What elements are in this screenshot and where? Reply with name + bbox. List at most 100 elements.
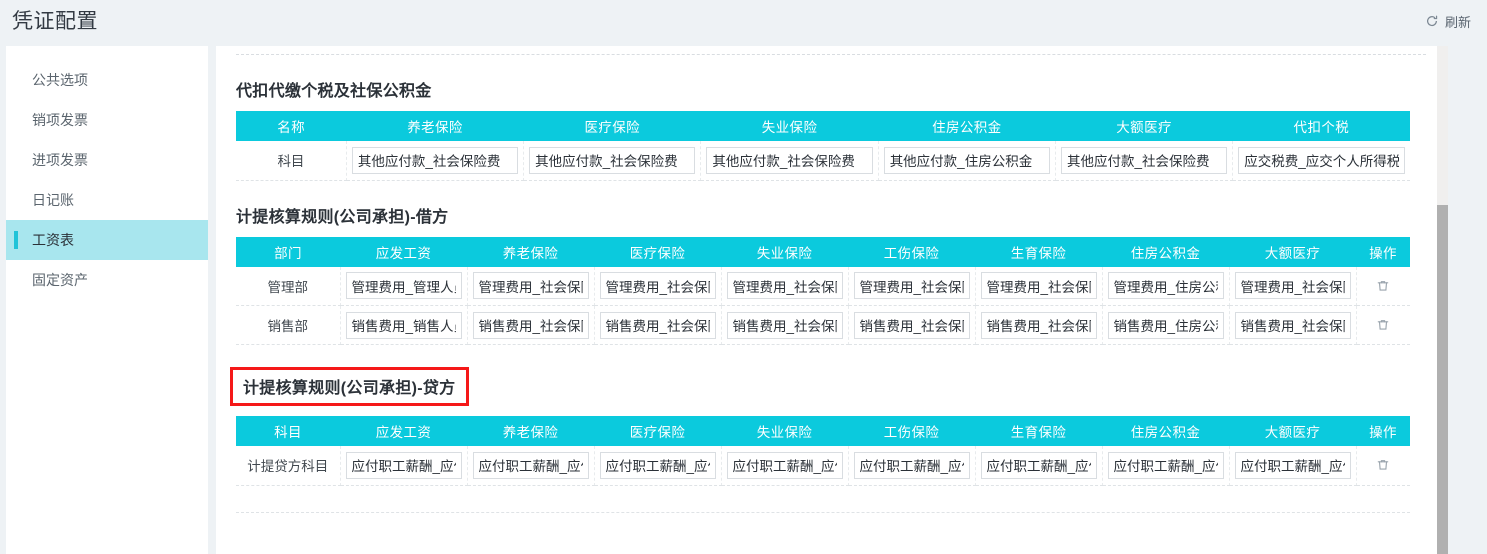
account-input-0-2[interactable] bbox=[706, 146, 873, 174]
cell bbox=[467, 266, 595, 306]
column-header-4: 失业保险 bbox=[721, 416, 848, 446]
account-input-0-1[interactable] bbox=[472, 272, 589, 300]
sidebar-item-2[interactable]: 进项发票 bbox=[6, 140, 208, 180]
account-input-0-3[interactable] bbox=[726, 272, 843, 300]
column-header-2: 养老保险 bbox=[467, 236, 594, 267]
table-row: 计提贷方科目 bbox=[236, 446, 1410, 486]
account-input-0-0[interactable] bbox=[345, 451, 462, 479]
column-header-5: 工伤保险 bbox=[848, 236, 975, 267]
cell bbox=[346, 141, 525, 181]
sidebar-item-3[interactable]: 日记账 bbox=[6, 180, 208, 220]
cell bbox=[340, 446, 468, 486]
account-input-1-1[interactable] bbox=[472, 311, 589, 339]
cell bbox=[594, 305, 722, 345]
account-input-0-3[interactable] bbox=[883, 146, 1050, 174]
column-header-action: 操作 bbox=[1356, 236, 1410, 267]
column-header-2: 养老保险 bbox=[467, 416, 594, 446]
top-bar: 凭证配置 刷新 bbox=[0, 0, 1487, 42]
column-header-5: 大额医疗 bbox=[1055, 111, 1233, 141]
section-divider-bottom bbox=[236, 511, 1410, 513]
sidebar-item-1[interactable]: 销项发票 bbox=[6, 100, 208, 140]
account-input-1-3[interactable] bbox=[726, 311, 843, 339]
account-input-1-5[interactable] bbox=[980, 311, 1097, 339]
cell bbox=[467, 305, 595, 345]
account-input-0-7[interactable] bbox=[1234, 272, 1351, 300]
account-input-0-5[interactable] bbox=[980, 451, 1097, 479]
account-input-0-1[interactable] bbox=[529, 146, 696, 174]
cell bbox=[594, 266, 722, 306]
table-header-row: 部门 应发工资 养老保险 医疗保险 失业保险 工伤保险 生育保险 住房公积金 大额医疗 操作 bbox=[236, 236, 1410, 267]
cell bbox=[523, 141, 702, 181]
account-input-0-0[interactable] bbox=[345, 272, 462, 300]
table-header-row: 科目 应发工资 养老保险 医疗保险 失业保险 工伤保险 生育保险 住房公积金 大额医疗 操作 bbox=[236, 416, 1410, 446]
section-0: 代扣代缴个税及社保公积金名称 养老保险 医疗保险 失业保险 住房公积金 大额医疗 代扣个税科… bbox=[222, 55, 1421, 181]
vertical-scrollbar-thumb[interactable] bbox=[1437, 205, 1448, 554]
cell bbox=[340, 266, 468, 306]
trash-icon bbox=[1376, 279, 1390, 293]
column-header-7: 住房公积金 bbox=[1102, 236, 1229, 267]
cell bbox=[1232, 141, 1410, 181]
account-input-0-7[interactable] bbox=[1234, 451, 1351, 479]
column-header-6: 代扣个税 bbox=[1232, 111, 1410, 141]
column-header-8: 大额医疗 bbox=[1229, 236, 1356, 267]
account-input-1-0[interactable] bbox=[345, 311, 462, 339]
column-header-5: 工伤保险 bbox=[848, 416, 975, 446]
column-header-3: 医疗保险 bbox=[594, 236, 721, 267]
column-header-1: 应发工资 bbox=[340, 416, 467, 446]
sidebar-item-0[interactable]: 公共选项 bbox=[6, 60, 208, 100]
account-input-0-0[interactable] bbox=[351, 146, 519, 174]
account-input-0-6[interactable] bbox=[1107, 451, 1224, 479]
cell bbox=[1102, 305, 1230, 345]
account-input-0-2[interactable] bbox=[599, 272, 716, 300]
account-input-0-4[interactable] bbox=[1060, 146, 1228, 174]
refresh-button[interactable]: 刷新 bbox=[1425, 12, 1487, 31]
cell bbox=[1102, 446, 1230, 486]
account-input-0-1[interactable] bbox=[472, 451, 589, 479]
account-input-1-2[interactable] bbox=[599, 311, 716, 339]
cell bbox=[1102, 266, 1230, 306]
column-header-1: 养老保险 bbox=[346, 111, 524, 141]
delete-row-button[interactable] bbox=[1373, 276, 1393, 296]
delete-row-button[interactable] bbox=[1373, 315, 1393, 335]
sidebar: 公共选项 销项发票 进项发票 日记账 工资表 固定资产 bbox=[6, 46, 208, 554]
sidebar-item-label: 日记账 bbox=[32, 192, 74, 208]
cell bbox=[1229, 305, 1357, 345]
cell bbox=[1229, 266, 1357, 306]
account-input-1-4[interactable] bbox=[853, 311, 970, 339]
account-input-0-4[interactable] bbox=[853, 451, 970, 479]
account-input-1-6[interactable] bbox=[1107, 311, 1224, 339]
table-header-row: 名称 养老保险 医疗保险 失业保险 住房公积金 大额医疗 代扣个税 bbox=[236, 111, 1410, 141]
cell bbox=[594, 446, 722, 486]
row-label: 管理部 bbox=[236, 266, 341, 306]
row-label: 计提贷方科目 bbox=[236, 446, 341, 486]
delete-row-button[interactable] bbox=[1373, 455, 1393, 475]
column-header-3: 医疗保险 bbox=[594, 416, 721, 446]
account-input-0-4[interactable] bbox=[853, 272, 970, 300]
table-row: 管理部 bbox=[236, 266, 1410, 306]
column-header-0: 部门 bbox=[236, 236, 340, 267]
cell bbox=[700, 141, 879, 181]
row-label: 销售部 bbox=[236, 305, 341, 345]
sidebar-item-5[interactable]: 固定资产 bbox=[6, 260, 208, 300]
cell bbox=[340, 305, 468, 345]
table-row: 科目 bbox=[236, 141, 1410, 181]
trash-icon bbox=[1376, 458, 1390, 472]
column-header-3: 失业保险 bbox=[700, 111, 879, 141]
account-input-1-7[interactable] bbox=[1234, 311, 1351, 339]
account-input-0-5[interactable] bbox=[1238, 146, 1405, 174]
page-title: 凭证配置 bbox=[12, 9, 98, 33]
section-title: 代扣代缴个税及社保公积金 bbox=[236, 83, 432, 100]
cell bbox=[721, 266, 849, 306]
data-table: 名称 养老保险 医疗保险 失业保险 住房公积金 大额医疗 代扣个税 科目 bbox=[236, 111, 1410, 181]
column-header-6: 生育保险 bbox=[975, 416, 1102, 446]
account-input-0-3[interactable] bbox=[726, 451, 843, 479]
account-input-0-6[interactable] bbox=[1107, 272, 1224, 300]
section-title: 计提核算规则(公司承担)-贷方 bbox=[230, 367, 469, 406]
account-input-0-5[interactable] bbox=[980, 272, 1097, 300]
cell bbox=[467, 446, 595, 486]
column-header-0: 科目 bbox=[236, 416, 340, 446]
sidebar-item-label: 固定资产 bbox=[32, 272, 88, 288]
trash-icon bbox=[1376, 318, 1390, 332]
sidebar-item-4[interactable]: 工资表 bbox=[6, 220, 208, 260]
account-input-0-2[interactable] bbox=[599, 451, 716, 479]
